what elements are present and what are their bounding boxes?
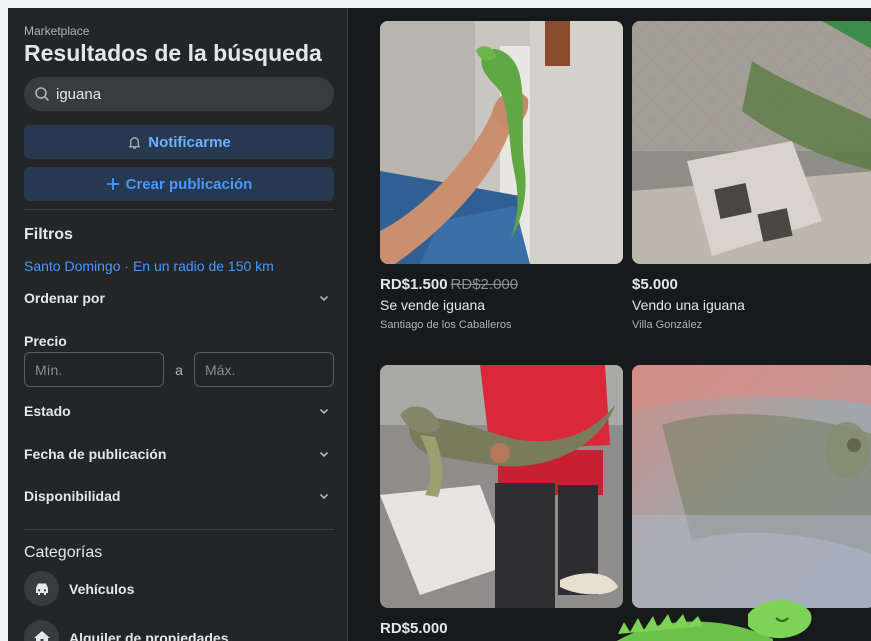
chevron-down-icon bbox=[319, 408, 329, 415]
chevron-down-icon bbox=[319, 493, 329, 500]
notify-label: Notificarme bbox=[148, 133, 231, 151]
listing-price: RD$5.000 bbox=[380, 620, 448, 637]
chevron-down-icon bbox=[319, 451, 329, 458]
bell-icon bbox=[128, 136, 141, 149]
state-dropdown[interactable]: Estado bbox=[24, 403, 334, 419]
date-dropdown[interactable]: Fecha de publicación bbox=[24, 446, 334, 462]
listing-card[interactable]: RD$1.500 RD$2.000 Se vende iguana Santiag… bbox=[380, 21, 623, 331]
listing-card[interactable]: RD$5.000 bbox=[380, 365, 623, 637]
divider bbox=[24, 529, 334, 530]
search-value: iguana bbox=[56, 85, 102, 103]
filters-heading: Filtros bbox=[24, 226, 73, 243]
listing-card[interactable]: $5.000 Vendo una iguana Villa González bbox=[632, 21, 871, 331]
page-title: Resultados de la búsqueda bbox=[24, 40, 322, 66]
listing-price: $5.000 bbox=[632, 276, 678, 293]
listing-title: Vendo una iguana bbox=[632, 297, 745, 313]
search-input[interactable]: iguana bbox=[24, 77, 334, 111]
sidebar: Marketplace Resultados de la búsqueda ig… bbox=[8, 8, 348, 641]
iguana-sticker bbox=[598, 594, 818, 641]
create-listing-label: Crear publicación bbox=[125, 175, 253, 193]
create-listing-button[interactable]: Crear publicación bbox=[24, 167, 334, 201]
price-separator: a bbox=[175, 361, 183, 378]
date-label: Fecha de publicación bbox=[24, 446, 167, 462]
listing-location: Santiago de los Caballeros bbox=[380, 319, 512, 331]
price-min-input[interactable]: Mín. bbox=[24, 352, 164, 387]
house-icon bbox=[24, 620, 59, 641]
category-label: Vehículos bbox=[69, 580, 135, 597]
listing-title: Se vende iguana bbox=[380, 297, 486, 313]
listing-location: Villa González bbox=[632, 319, 703, 331]
search-icon bbox=[35, 87, 50, 102]
price-max-input[interactable]: Máx. bbox=[194, 352, 334, 387]
listing-card[interactable] bbox=[632, 365, 871, 608]
chevron-down-icon bbox=[319, 295, 329, 302]
location-filter-link[interactable]: Santo Domingo · En un radio de 150 km bbox=[24, 258, 274, 274]
category-label: Alquiler de propiedades bbox=[69, 629, 229, 641]
marketplace-window: Marketplace Resultados de la búsqueda ig… bbox=[8, 8, 871, 641]
availability-dropdown[interactable]: Disponibilidad bbox=[24, 488, 334, 504]
availability-label: Disponibilidad bbox=[24, 488, 121, 504]
plus-icon bbox=[106, 178, 119, 190]
category-property-rentals[interactable]: Alquiler de propiedades bbox=[24, 620, 228, 641]
listing-old-price: RD$2.000 bbox=[450, 276, 519, 293]
car-icon bbox=[24, 571, 59, 606]
listing-photo[interactable] bbox=[380, 365, 623, 608]
price-label: Precio bbox=[24, 333, 67, 349]
category-vehicles[interactable]: Vehículos bbox=[24, 571, 134, 606]
price-range: Mín. a Máx. bbox=[24, 352, 334, 387]
divider bbox=[24, 209, 334, 210]
listing-photo[interactable] bbox=[380, 21, 623, 264]
sort-label: Ordenar por bbox=[24, 290, 105, 306]
state-label: Estado bbox=[24, 403, 71, 419]
categories-heading: Categorías bbox=[24, 544, 103, 561]
listing-photo[interactable] bbox=[632, 21, 871, 264]
listing-price: RD$1.500 RD$2.000 bbox=[380, 276, 519, 293]
breadcrumb[interactable]: Marketplace bbox=[24, 24, 89, 38]
notify-button[interactable]: Notificarme bbox=[24, 125, 334, 159]
listing-photo[interactable] bbox=[632, 365, 871, 608]
sort-dropdown[interactable]: Ordenar por bbox=[24, 290, 334, 306]
